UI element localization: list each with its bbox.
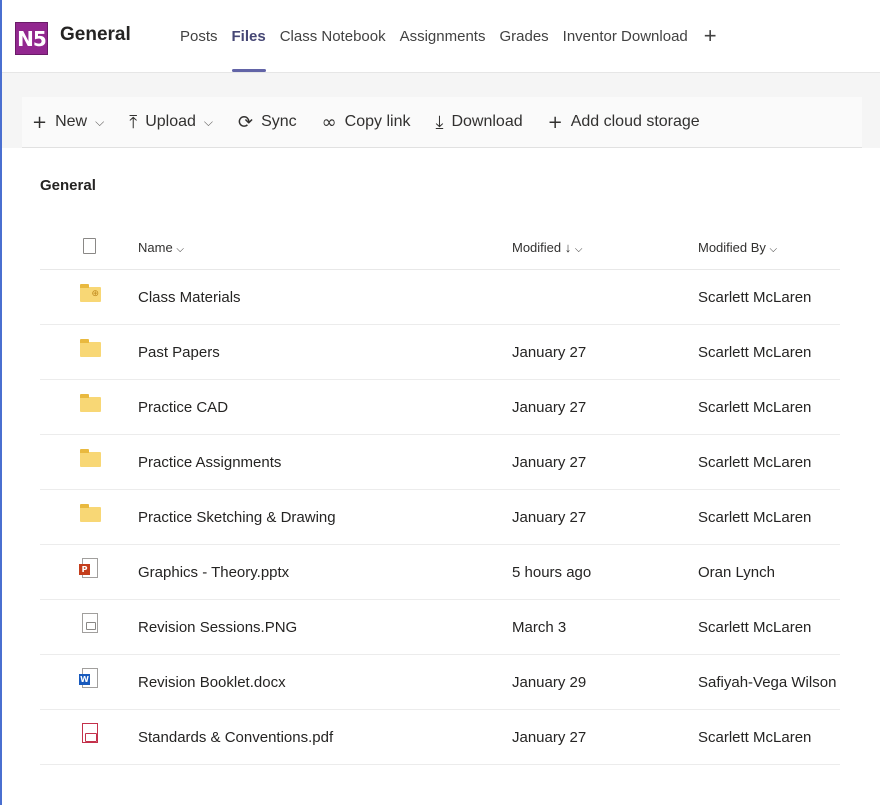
file-modified-by: Scarlett McLaren bbox=[698, 344, 812, 361]
file-name[interactable]: Practice Assignments bbox=[138, 454, 281, 471]
upload-icon: ⤒ bbox=[129, 111, 138, 133]
tab-inventor-download[interactable]: Inventor Download bbox=[563, 28, 688, 72]
file-modified-by: Scarlett McLaren bbox=[698, 454, 812, 471]
tab-assignments[interactable]: Assignments bbox=[400, 28, 486, 72]
tab-class-notebook[interactable]: Class Notebook bbox=[280, 28, 386, 72]
image-file-icon bbox=[82, 613, 98, 633]
table-row[interactable]: P Graphics - Theory.pptx 5 hours ago Ora… bbox=[40, 545, 840, 600]
modified-column-header[interactable]: Modified ↓ ⌵ bbox=[512, 240, 582, 255]
chevron-down-icon: ⌵ bbox=[176, 244, 184, 255]
table-row[interactable]: Practice Sketching & Drawing January 27 … bbox=[40, 490, 840, 545]
sort-descending-icon: ↓ bbox=[564, 240, 572, 255]
file-modified: January 27 bbox=[512, 344, 587, 361]
command-bar: + New ⌵ ⤒ Upload ⌵ ⟳ Sync ∞ Copy link ⤓ … bbox=[2, 97, 880, 148]
modified-by-column-header[interactable]: Modified By ⌵ bbox=[698, 240, 777, 255]
file-modified-by: Scarlett McLaren bbox=[698, 509, 812, 526]
file-modified: March 3 bbox=[512, 619, 567, 636]
plus-icon: + bbox=[547, 111, 563, 133]
table-row[interactable]: Practice CAD January 27 Scarlett McLaren bbox=[40, 380, 840, 435]
table-row[interactable]: Revision Sessions.PNG March 3 Scarlett M… bbox=[40, 600, 840, 655]
name-column-label: Name bbox=[138, 240, 173, 255]
folder-icon bbox=[80, 504, 101, 522]
copy-link-button[interactable]: ∞ Copy link bbox=[322, 112, 411, 133]
upload-button[interactable]: ⤒ Upload ⌵ bbox=[129, 112, 213, 133]
sync-icon: ⟳ bbox=[238, 111, 254, 133]
channel-title: General bbox=[60, 24, 131, 45]
file-modified-by: Scarlett McLaren bbox=[698, 729, 812, 746]
file-modified-by: Oran Lynch bbox=[698, 564, 775, 581]
file-modified: January 29 bbox=[512, 674, 587, 691]
sync-label: Sync bbox=[261, 113, 297, 130]
tab-grades[interactable]: Grades bbox=[499, 28, 548, 72]
download-label: Download bbox=[451, 113, 523, 130]
table-row[interactable]: W Revision Booklet.docx January 29 Safiy… bbox=[40, 655, 840, 710]
file-modified-by: Scarlett McLaren bbox=[698, 289, 812, 306]
pdf-file-icon bbox=[82, 723, 98, 743]
powerpoint-file-icon: P bbox=[79, 558, 98, 578]
file-modified: 5 hours ago bbox=[512, 564, 592, 581]
team-avatar[interactable]: N5 bbox=[15, 22, 48, 55]
table-row[interactable]: Past Papers January 27 Scarlett McLaren bbox=[40, 325, 840, 380]
folder-icon bbox=[80, 339, 101, 357]
file-name[interactable]: Class Materials bbox=[138, 289, 241, 306]
chevron-down-icon: ⌵ bbox=[95, 114, 105, 129]
breadcrumb[interactable]: General bbox=[40, 177, 96, 194]
file-modified: January 27 bbox=[512, 729, 587, 746]
file-name[interactable]: Past Papers bbox=[138, 344, 220, 361]
download-button[interactable]: ⤓ Download bbox=[435, 112, 522, 133]
modified-column-label: Modified bbox=[512, 240, 562, 255]
sync-button[interactable]: ⟳ Sync bbox=[238, 112, 297, 133]
new-button[interactable]: + New ⌵ bbox=[32, 112, 104, 133]
folder-icon bbox=[80, 394, 101, 412]
file-name[interactable]: Practice Sketching & Drawing bbox=[138, 509, 336, 526]
file-modified-by: Scarlett McLaren bbox=[698, 619, 812, 636]
file-name[interactable]: Revision Sessions.PNG bbox=[138, 619, 297, 636]
file-modified: January 27 bbox=[512, 454, 587, 471]
file-modified: January 27 bbox=[512, 509, 587, 526]
table-row[interactable]: Class Materials Scarlett McLaren bbox=[40, 270, 840, 325]
tab-files[interactable]: Files bbox=[231, 28, 266, 72]
file-modified-by: Safiyah-Vega Wilson bbox=[698, 674, 837, 691]
chevron-down-icon: ⌵ bbox=[769, 244, 778, 255]
file-name[interactable]: Practice CAD bbox=[138, 399, 228, 416]
chevron-down-icon: ⌵ bbox=[203, 114, 213, 129]
table-row[interactable]: Practice Assignments January 27 Scarlett… bbox=[40, 435, 840, 490]
add-cloud-storage-button[interactable]: + Add cloud storage bbox=[548, 112, 700, 133]
file-modified: January 27 bbox=[512, 399, 587, 416]
modified-by-column-label: Modified By bbox=[698, 240, 766, 255]
column-header-row: Name ⌵ Modified ↓ ⌵ Modified By ⌵ bbox=[40, 228, 840, 270]
new-label: New bbox=[55, 113, 88, 130]
link-icon: ∞ bbox=[321, 111, 337, 133]
add-tab-icon[interactable]: + bbox=[704, 25, 717, 72]
file-type-header-icon[interactable] bbox=[83, 238, 96, 254]
channel-header: N5 General Posts Files Class Notebook As… bbox=[2, 0, 880, 72]
shared-folder-icon bbox=[80, 284, 101, 302]
file-list: Class Materials Scarlett McLaren Past Pa… bbox=[40, 270, 840, 765]
table-row[interactable]: Standards & Conventions.pdf January 27 S… bbox=[40, 710, 840, 765]
chevron-down-icon: ⌵ bbox=[574, 244, 583, 255]
folder-icon bbox=[80, 449, 101, 467]
name-column-header[interactable]: Name ⌵ bbox=[138, 240, 184, 255]
background-band bbox=[2, 73, 880, 97]
tab-posts[interactable]: Posts bbox=[180, 28, 218, 72]
word-file-icon: W bbox=[79, 668, 98, 688]
channel-tabs: Posts Files Class Notebook Assignments G… bbox=[180, 25, 731, 72]
command-bar-inner: + New ⌵ ⤒ Upload ⌵ ⟳ Sync ∞ Copy link ⤓ … bbox=[22, 97, 862, 148]
upload-label: Upload bbox=[145, 113, 196, 130]
file-modified-by: Scarlett McLaren bbox=[698, 399, 812, 416]
download-icon: ⤓ bbox=[435, 111, 444, 133]
plus-icon: + bbox=[32, 111, 48, 133]
file-name[interactable]: Graphics - Theory.pptx bbox=[138, 564, 289, 581]
copy-link-label: Copy link bbox=[344, 113, 411, 130]
add-cloud-storage-label: Add cloud storage bbox=[570, 113, 700, 130]
file-name[interactable]: Standards & Conventions.pdf bbox=[138, 729, 333, 746]
file-name[interactable]: Revision Booklet.docx bbox=[138, 674, 286, 691]
